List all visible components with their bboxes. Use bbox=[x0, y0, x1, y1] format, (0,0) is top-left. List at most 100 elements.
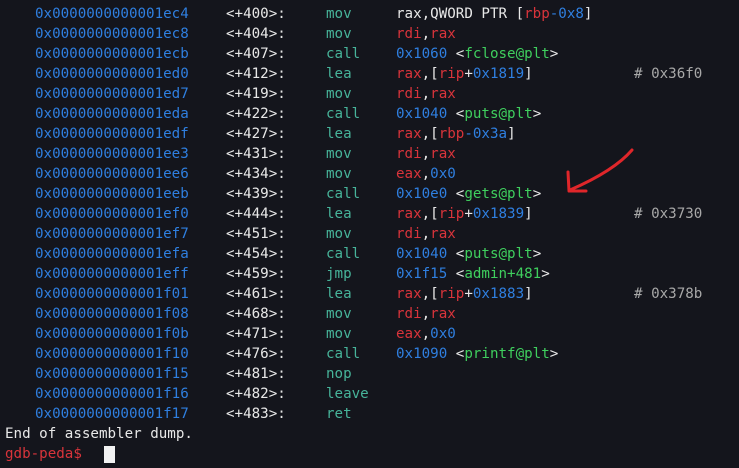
operand-token: < bbox=[447, 186, 465, 202]
operand-token: ] bbox=[524, 66, 533, 82]
instruction-address: 0x0000000000001eff bbox=[35, 266, 189, 282]
operand-token: ] bbox=[524, 286, 533, 302]
operand-token: rax bbox=[396, 126, 422, 142]
operand-token: -0x8 bbox=[549, 6, 584, 22]
operand-token: rax bbox=[430, 146, 456, 162]
operand-token: rbp bbox=[524, 6, 550, 22]
operand-token: rdi bbox=[396, 86, 422, 102]
instruction-operands: eax,0x0 bbox=[396, 324, 456, 344]
instruction-mnemonic: jmp bbox=[326, 266, 352, 282]
operand-token: rax bbox=[430, 86, 456, 102]
end-of-dump-text: End of assembler dump. bbox=[5, 426, 193, 442]
instruction-address: 0x0000000000001f10 bbox=[35, 346, 189, 362]
operand-token: < bbox=[447, 246, 465, 262]
operand-token: > bbox=[532, 246, 542, 262]
instruction-operands: rax,[rip+0x1883] bbox=[396, 284, 533, 304]
instruction-mnemonic: call bbox=[326, 246, 361, 262]
instruction-operands: rdi,rax bbox=[396, 24, 456, 44]
operand-token: + bbox=[464, 206, 473, 222]
operand-token: ] bbox=[507, 126, 516, 142]
operand-token: 0x1040 bbox=[396, 246, 448, 262]
operand-token: rdi bbox=[396, 226, 422, 242]
instruction-address: 0x0000000000001f17 bbox=[35, 406, 189, 422]
instruction-operands: rdi,rax bbox=[396, 84, 456, 104]
operand-token: rbp bbox=[438, 126, 465, 142]
operand-token: rax bbox=[430, 306, 456, 322]
instruction-offset: <+482>: bbox=[226, 386, 286, 402]
instruction-offset: <+419>: bbox=[226, 86, 286, 102]
instruction-offset: <+404>: bbox=[226, 26, 286, 42]
instruction-mnemonic: call bbox=[326, 346, 361, 362]
instruction-mnemonic: nop bbox=[326, 366, 352, 382]
instruction-mnemonic: mov bbox=[326, 26, 352, 42]
instruction-mnemonic: lea bbox=[326, 286, 352, 302]
operand-token: + bbox=[464, 286, 473, 302]
command-prompt[interactable]: gdb-peda$ bbox=[5, 444, 90, 464]
instruction-mnemonic: mov bbox=[326, 326, 352, 342]
instruction-operands: rdi,rax bbox=[396, 304, 456, 324]
instruction-mnemonic: lea bbox=[326, 126, 352, 142]
operand-token: < bbox=[447, 266, 465, 282]
operand-token: rax bbox=[396, 66, 422, 82]
instruction-mnemonic: mov bbox=[326, 146, 352, 162]
operand-token: ,[ bbox=[421, 206, 439, 222]
operand-token: , bbox=[421, 86, 431, 102]
instruction-address: 0x0000000000001eda bbox=[35, 106, 189, 122]
instruction-address: 0x0000000000001ecb bbox=[35, 46, 189, 62]
instruction-offset: <+444>: bbox=[226, 206, 286, 222]
instruction-offset: <+459>: bbox=[226, 266, 286, 282]
instruction-mnemonic: call bbox=[326, 46, 361, 62]
operand-token: 0x1819 bbox=[472, 66, 525, 82]
instruction-offset: <+483>: bbox=[226, 406, 286, 422]
operand-token: 0x1839 bbox=[472, 206, 525, 222]
operand-token: ] bbox=[524, 206, 533, 222]
instruction-address: 0x0000000000001ef7 bbox=[35, 226, 189, 242]
operand-token: ,[ bbox=[421, 126, 439, 142]
instruction-offset: <+481>: bbox=[226, 366, 286, 382]
instruction-address: 0x0000000000001ee6 bbox=[35, 166, 189, 182]
instruction-address: 0x0000000000001f16 bbox=[35, 386, 189, 402]
operand-token: ,[ bbox=[421, 66, 439, 82]
instruction-offset: <+451>: bbox=[226, 226, 286, 242]
text-cursor[interactable] bbox=[104, 446, 115, 463]
instruction-address: 0x0000000000001f0b bbox=[35, 326, 189, 342]
instruction-mnemonic: mov bbox=[326, 6, 352, 22]
operand-token: 0x1f15 bbox=[396, 266, 448, 282]
operand-token: 0x1040 bbox=[396, 106, 448, 122]
instruction-operands: rax,[rip+0x1819] bbox=[396, 64, 533, 84]
operand-token: < bbox=[447, 346, 465, 362]
instruction-offset: <+461>: bbox=[226, 286, 286, 302]
operand-token: admin+481 bbox=[464, 266, 542, 282]
instruction-offset: <+454>: bbox=[226, 246, 286, 262]
operand-token: -0x3a bbox=[464, 126, 508, 142]
instruction-mnemonic: ret bbox=[326, 406, 352, 422]
operand-token: rax,QWORD PTR [ bbox=[396, 6, 525, 22]
operand-token: rax bbox=[430, 26, 456, 42]
operand-token: rip bbox=[438, 66, 465, 82]
instruction-comment: # 0x3730 bbox=[634, 206, 703, 222]
instruction-operands: 0x1f15 <admin+481> bbox=[396, 264, 550, 284]
instruction-operands: rdi,rax bbox=[396, 224, 456, 244]
instruction-mnemonic: call bbox=[326, 186, 361, 202]
instruction-operands: rax,[rip+0x1839] bbox=[396, 204, 533, 224]
instruction-address: 0x0000000000001f08 bbox=[35, 306, 189, 322]
instruction-address: 0x0000000000001eeb bbox=[35, 186, 189, 202]
instruction-address: 0x0000000000001f15 bbox=[35, 366, 189, 382]
operand-token: , bbox=[421, 226, 431, 242]
instruction-offset: <+407>: bbox=[226, 46, 286, 62]
operand-token: , bbox=[421, 166, 431, 182]
instruction-operands: eax,0x0 bbox=[396, 164, 456, 184]
instruction-operands: 0x1090 <printf@plt> bbox=[396, 344, 558, 364]
instruction-mnemonic: mov bbox=[326, 86, 352, 102]
instruction-address: 0x0000000000001ec8 bbox=[35, 26, 189, 42]
instruction-mnemonic: mov bbox=[326, 166, 352, 182]
instruction-operands: 0x1040 <puts@plt> bbox=[396, 244, 541, 264]
operand-token: gets@plt bbox=[464, 186, 533, 202]
operand-token: rdi bbox=[396, 146, 422, 162]
instruction-offset: <+439>: bbox=[226, 186, 286, 202]
operand-token: > bbox=[549, 46, 559, 62]
instruction-address: 0x0000000000001ed0 bbox=[35, 66, 189, 82]
operand-token: > bbox=[549, 346, 559, 362]
terminal-window[interactable]: 0x0000000000001ec4 <+400>: mov rax,QWORD PT… bbox=[0, 0, 739, 468]
instruction-offset: <+400>: bbox=[226, 6, 286, 22]
